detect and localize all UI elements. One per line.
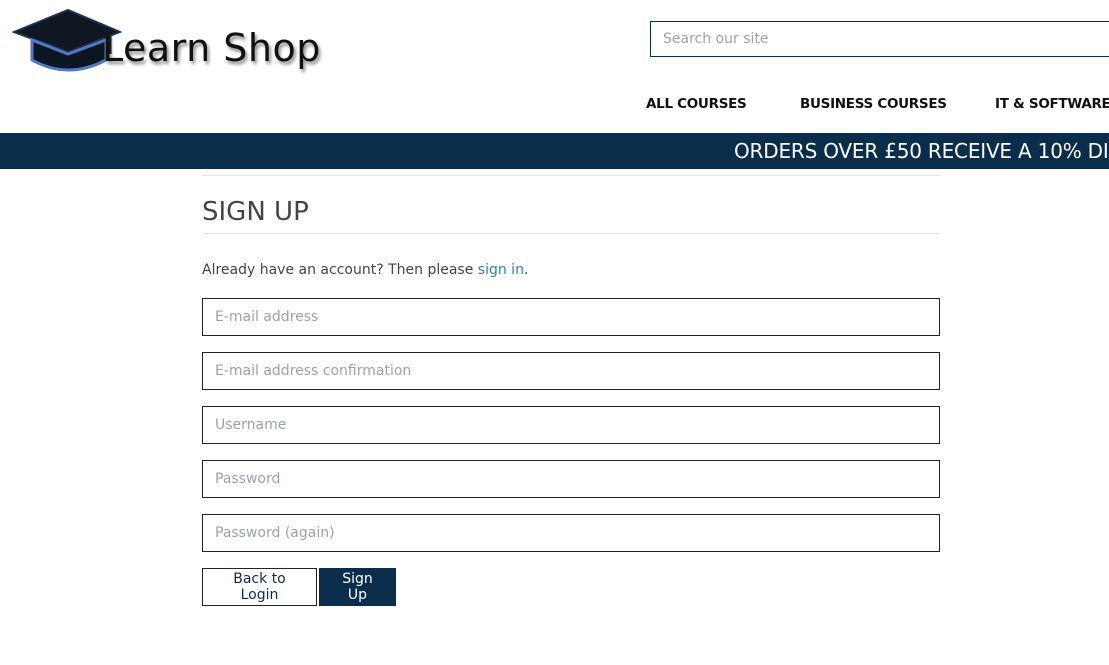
password-again-field[interactable]: [202, 514, 940, 552]
site-logo[interactable]: Learn Shop: [12, 8, 320, 78]
already-account-prefix: Already have an account? Then please: [202, 262, 478, 278]
nav-item-all-courses[interactable]: ALL COURSES: [646, 96, 747, 112]
email-confirm-field[interactable]: [202, 352, 940, 390]
email-field[interactable]: [202, 298, 940, 336]
promo-banner: ORDERS OVER £50 RECEIVE A 10% DISCOUNT: [0, 133, 1109, 169]
sign-up-button[interactable]: Sign Up: [319, 568, 396, 606]
promo-banner-text: ORDERS OVER £50 RECEIVE A 10% DISCOUNT: [734, 139, 1109, 163]
signup-content: SIGN UP Already have an account? Then pl…: [202, 175, 940, 606]
site-header: Learn Shop ALL COURSES BUSINESS COURSES …: [0, 0, 1109, 133]
nav-item-it-software[interactable]: IT & SOFTWARE: [995, 96, 1109, 112]
already-account-suffix: .: [523, 262, 529, 278]
already-account-text: Already have an account? Then please sig…: [202, 262, 940, 278]
title-divider: [202, 233, 940, 234]
main-nav: ALL COURSES BUSINESS COURSES IT & SOFTWA…: [0, 96, 1109, 116]
page-title: SIGN UP: [202, 197, 309, 227]
signup-form: Back to Login Sign Up: [202, 298, 940, 606]
form-buttons: Back to Login Sign Up: [202, 568, 940, 606]
search-input[interactable]: [650, 21, 1109, 57]
password-field[interactable]: [202, 460, 940, 498]
username-field[interactable]: [202, 406, 940, 444]
sign-in-link[interactable]: sign in: [478, 262, 524, 278]
logo-text: Learn Shop: [102, 26, 321, 70]
back-to-login-button[interactable]: Back to Login: [202, 568, 317, 606]
nav-item-business-courses[interactable]: BUSINESS COURSES: [800, 96, 947, 112]
